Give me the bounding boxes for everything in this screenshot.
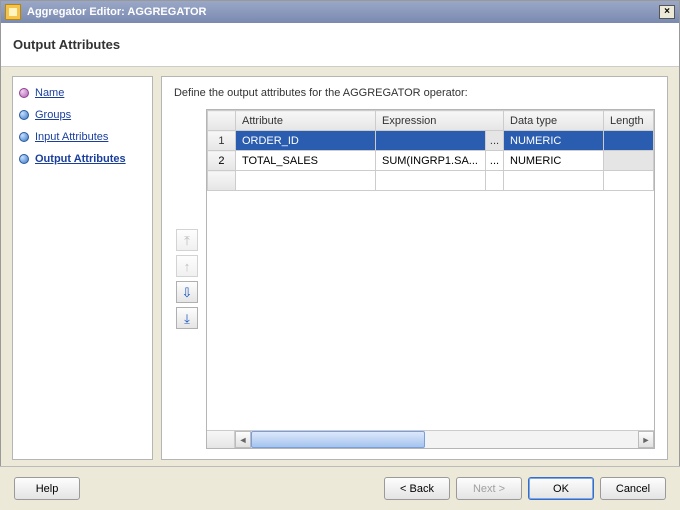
cell-datatype[interactable]: NUMERIC xyxy=(504,151,604,171)
move-top-button[interactable]: ⤒ xyxy=(176,229,198,251)
cell-expression[interactable] xyxy=(375,171,485,191)
ok-button[interactable]: OK xyxy=(528,477,594,500)
expression-editor-button[interactable]: ... xyxy=(485,151,503,171)
window-title: Aggregator Editor: AGGREGATOR xyxy=(27,6,659,18)
attributes-table: Attribute Expression Data type Length 1 … xyxy=(206,109,655,449)
bullet-icon xyxy=(19,88,29,98)
description-text: Define the output attributes for the AGG… xyxy=(174,87,655,99)
app-icon xyxy=(5,4,21,20)
nav-item-groups[interactable]: Groups xyxy=(19,107,146,123)
table-row-empty[interactable] xyxy=(207,171,653,191)
grid[interactable]: Attribute Expression Data type Length 1 … xyxy=(207,110,654,191)
content-panel: Define the output attributes for the AGG… xyxy=(161,76,668,460)
bullet-icon xyxy=(19,132,29,142)
title-bar: Aggregator Editor: AGGREGATOR × xyxy=(1,1,679,23)
nav-label: Groups xyxy=(35,109,71,121)
move-down-button[interactable]: ⇩ xyxy=(176,281,198,303)
horizontal-scrollbar[interactable]: ◄ ► xyxy=(207,430,654,448)
move-up-button[interactable]: ↑ xyxy=(176,255,198,277)
cell-expression[interactable]: SUM(INGRP1.SA... xyxy=(375,151,485,171)
down-icon: ⇩ xyxy=(182,286,193,299)
row-number: 2 xyxy=(207,151,235,171)
cancel-button[interactable]: Cancel xyxy=(600,477,666,500)
scroll-left-button[interactable]: ◄ xyxy=(235,431,251,448)
nav-item-input-attributes[interactable]: Input Attributes xyxy=(19,129,146,145)
cell-length[interactable] xyxy=(604,151,654,171)
bullet-icon xyxy=(19,154,29,164)
double-down-icon: ⤓ xyxy=(184,312,190,325)
corner-cell xyxy=(207,111,235,131)
cell-datatype[interactable]: NUMERIC xyxy=(504,131,604,151)
expression-editor-button[interactable] xyxy=(485,171,503,191)
col-attribute[interactable]: Attribute xyxy=(235,111,375,131)
next-button: Next > xyxy=(456,477,522,500)
table-row[interactable]: 2 TOTAL_SALES SUM(INGRP1.SA... ... NUMER… xyxy=(207,151,653,171)
bullet-icon xyxy=(19,110,29,120)
col-datatype[interactable]: Data type xyxy=(504,111,604,131)
nav-label: Input Attributes xyxy=(35,131,108,143)
scroll-track[interactable] xyxy=(251,431,638,448)
back-button[interactable]: < Back xyxy=(384,477,450,500)
scrollbar-corner xyxy=(207,431,235,448)
move-bottom-button[interactable]: ⤓ xyxy=(176,307,198,329)
table-empty-area xyxy=(207,191,654,430)
cell-attribute[interactable]: TOTAL_SALES xyxy=(235,151,375,171)
expression-editor-button[interactable]: ... xyxy=(485,131,503,151)
wizard-nav: Name Groups Input Attributes Output Attr… xyxy=(12,76,153,460)
cell-expression[interactable] xyxy=(375,131,485,151)
table-row[interactable]: 1 ORDER_ID ... NUMERIC xyxy=(207,131,653,151)
scroll-thumb[interactable] xyxy=(251,431,425,448)
cell-datatype[interactable] xyxy=(504,171,604,191)
nav-item-name[interactable]: Name xyxy=(19,85,146,101)
header-area: Output Attributes xyxy=(1,23,679,67)
nav-item-output-attributes[interactable]: Output Attributes xyxy=(19,151,146,167)
page-title: Output Attributes xyxy=(13,37,120,52)
up-icon: ↑ xyxy=(184,260,191,273)
double-up-icon: ⤒ xyxy=(184,234,190,247)
cell-length[interactable] xyxy=(604,171,654,191)
nav-label: Name xyxy=(35,87,64,99)
cell-length[interactable] xyxy=(604,131,654,151)
close-button[interactable]: × xyxy=(659,5,675,19)
row-number xyxy=(207,171,235,191)
row-number: 1 xyxy=(207,131,235,151)
cell-attribute[interactable] xyxy=(235,171,375,191)
scroll-right-button[interactable]: ► xyxy=(638,431,654,448)
reorder-buttons: ⤒ ↑ ⇩ ⤓ xyxy=(174,109,200,449)
help-button[interactable]: Help xyxy=(14,477,80,500)
nav-label: Output Attributes xyxy=(35,153,126,165)
col-expression[interactable]: Expression xyxy=(375,111,503,131)
col-length[interactable]: Length xyxy=(604,111,654,131)
button-bar: Help < Back Next > OK Cancel xyxy=(0,466,680,510)
cell-attribute[interactable]: ORDER_ID xyxy=(235,131,375,151)
